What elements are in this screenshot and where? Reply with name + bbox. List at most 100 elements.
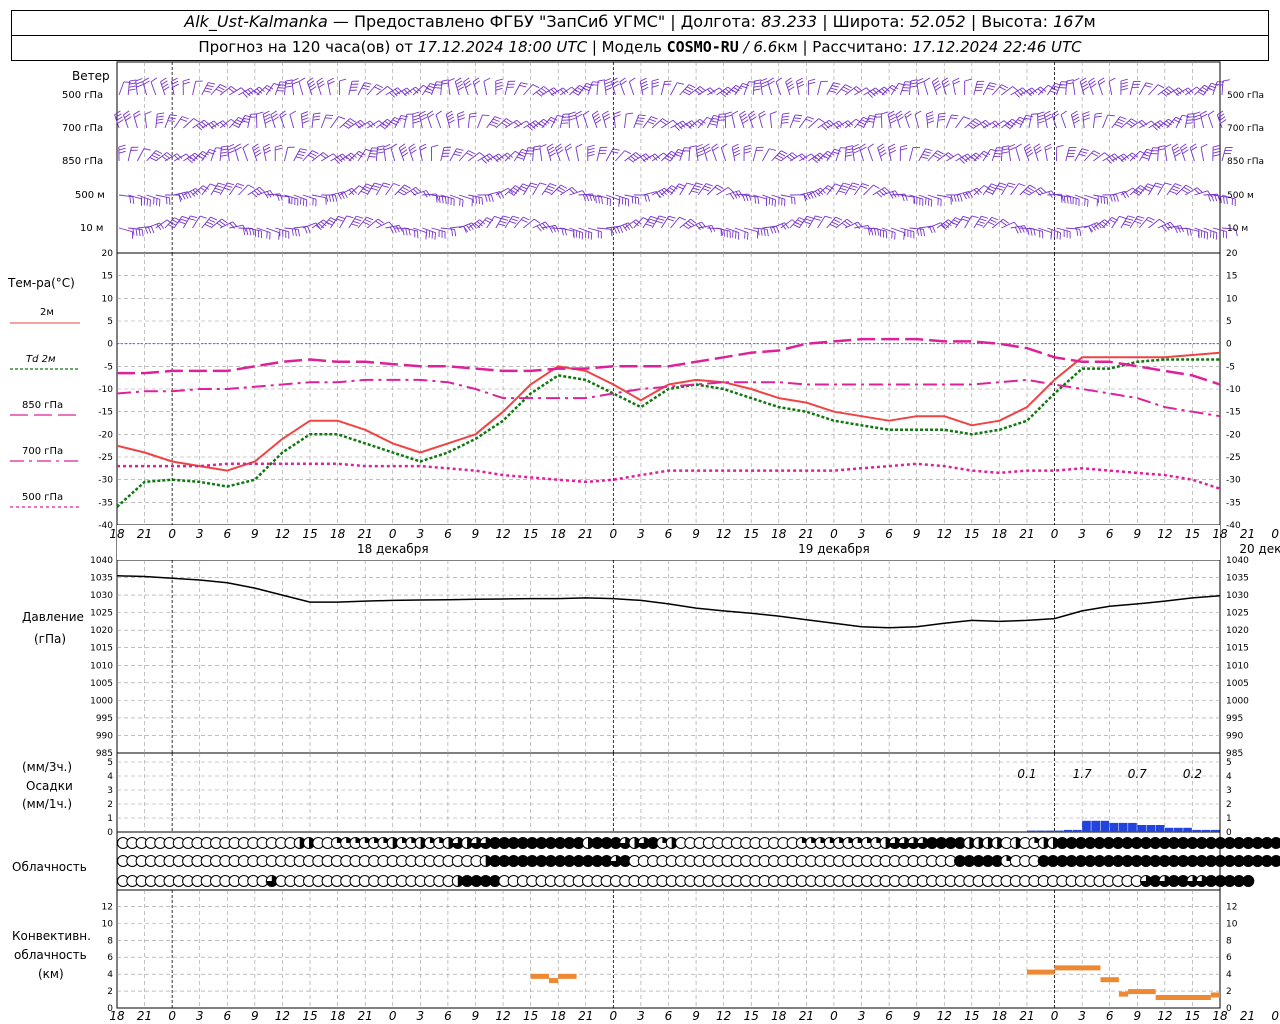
wind-barb-feather bbox=[390, 143, 398, 148]
wind-barb-feather bbox=[582, 194, 587, 202]
wind-barb bbox=[513, 216, 524, 229]
wind-barb-feather bbox=[156, 118, 164, 121]
wind-barb-feather bbox=[977, 220, 985, 224]
wind-barb bbox=[227, 147, 230, 162]
wind-barb-feather bbox=[216, 185, 224, 189]
wind-barb-feather bbox=[766, 229, 769, 237]
wind-barb-feather bbox=[501, 218, 509, 221]
wind-barb-feather bbox=[1079, 229, 1082, 237]
wind-barb-feather bbox=[150, 77, 158, 83]
wind-barb-feather bbox=[536, 225, 542, 232]
wind-barb-feather bbox=[914, 110, 922, 115]
bottom-x-tick: 18 bbox=[330, 1009, 346, 1023]
wind-barb bbox=[596, 147, 601, 162]
wind-barb bbox=[575, 147, 580, 162]
temp-x-tick: 18 bbox=[992, 527, 1008, 541]
wind-barb bbox=[289, 114, 295, 129]
wind-barb-feather bbox=[1080, 151, 1088, 154]
wind-barb-feather bbox=[1027, 228, 1030, 236]
wind-barb-feather bbox=[1056, 231, 1059, 239]
pres-tick-right: 1040 bbox=[1226, 556, 1249, 566]
wind-barb-feather bbox=[1114, 123, 1122, 128]
wind-barb-feather bbox=[571, 187, 578, 193]
wind-barb-feather bbox=[839, 187, 847, 191]
wind-barb-feather bbox=[518, 188, 526, 192]
wind-barb-feather bbox=[399, 146, 407, 152]
wind-barb-feather bbox=[857, 123, 864, 128]
wind-barb-feather bbox=[530, 182, 538, 186]
wind-barb-feather bbox=[1157, 84, 1165, 89]
prec-tick-left: 3 bbox=[107, 786, 113, 796]
wind-barb bbox=[753, 227, 768, 230]
wind-barb-feather bbox=[295, 156, 303, 159]
wind-barb-feather bbox=[237, 183, 245, 187]
wind-barb-feather bbox=[1172, 146, 1180, 151]
temp-x-tick: 0 bbox=[830, 527, 838, 541]
wind-barb-feather bbox=[714, 186, 722, 192]
wind-barb-feather bbox=[428, 230, 431, 238]
wind-barb-feather bbox=[135, 228, 138, 236]
wind-barb-feather bbox=[371, 187, 379, 191]
wind-barb bbox=[1092, 114, 1096, 129]
temp-x-tick: 18 bbox=[1212, 527, 1228, 541]
wind-barb-feather bbox=[522, 216, 530, 221]
wind-barb-feather bbox=[227, 144, 235, 148]
wind-barb-feather bbox=[575, 110, 582, 115]
wind-barb-feather bbox=[141, 229, 144, 237]
wind-barb-feather bbox=[848, 187, 856, 191]
wind-barb-feather bbox=[845, 148, 853, 151]
wind-barb-feather bbox=[935, 152, 942, 157]
wind-barb-feather bbox=[1106, 158, 1112, 164]
wind-barb-feather bbox=[619, 226, 624, 233]
wind-barb-feather bbox=[770, 111, 777, 115]
wind-barb-feather bbox=[456, 148, 464, 151]
prec-tick-left: 5 bbox=[107, 758, 113, 768]
wind-barb-feather bbox=[410, 149, 417, 154]
wind-barb bbox=[982, 216, 993, 229]
wind-barb-feather bbox=[172, 83, 179, 88]
wind-barb-feather bbox=[641, 86, 649, 91]
temp-tick-left: -15 bbox=[98, 408, 113, 418]
temp-tick-right: 5 bbox=[1226, 317, 1232, 327]
wind-barb-feather bbox=[879, 149, 886, 154]
wind-barb-feather bbox=[626, 112, 634, 115]
wind-barb-feather bbox=[180, 218, 187, 222]
wind-barb-feather bbox=[938, 115, 946, 118]
wind-barb bbox=[1194, 84, 1205, 96]
bottom-x-tick: 0 bbox=[168, 1009, 176, 1023]
wind-barb-feather bbox=[1135, 218, 1143, 222]
wind-barb bbox=[605, 148, 614, 162]
wind-barb-feather bbox=[932, 225, 936, 233]
wind-barb-feather bbox=[1152, 125, 1158, 131]
wind-barb-feather bbox=[297, 153, 305, 157]
bottom-x-tick: 12 bbox=[1157, 1009, 1172, 1023]
wind-barb-feather bbox=[351, 223, 359, 227]
wind-barb-feather bbox=[967, 124, 975, 130]
wind-barb-feather bbox=[206, 84, 214, 88]
wind-barb bbox=[219, 86, 232, 96]
wind-barb-feather bbox=[263, 113, 271, 118]
wind-barb-feather bbox=[767, 77, 774, 82]
wind-barb-feather bbox=[435, 110, 442, 116]
wind-barb-feather bbox=[1120, 81, 1128, 85]
wind-barb-feather bbox=[1210, 230, 1212, 238]
wind-barb-feather bbox=[733, 152, 741, 157]
wind-barb-feather bbox=[1066, 79, 1074, 82]
wind-barb-feather bbox=[1144, 85, 1152, 88]
wind-barb bbox=[1000, 146, 1003, 162]
cloud-cover-circle bbox=[1242, 875, 1255, 887]
wind-barb-feather bbox=[342, 124, 350, 129]
wind-barb-feather bbox=[206, 221, 214, 226]
wind-barb-feather bbox=[143, 80, 150, 85]
wind-barb-feather bbox=[491, 121, 498, 125]
wind-barb-feather bbox=[445, 110, 453, 115]
temp-tick-left: 20 bbox=[102, 249, 114, 259]
wind-barb-feather bbox=[1131, 118, 1138, 123]
wind-barb-feather bbox=[230, 86, 238, 91]
wind-barb-feather bbox=[1059, 232, 1062, 240]
wind-barb-feather bbox=[612, 83, 620, 88]
wind-barb-feather bbox=[374, 86, 381, 91]
wind-barb-feather bbox=[491, 194, 494, 202]
temp-x-tick: 0 bbox=[1271, 527, 1279, 541]
wind-barb-feather bbox=[961, 218, 969, 222]
